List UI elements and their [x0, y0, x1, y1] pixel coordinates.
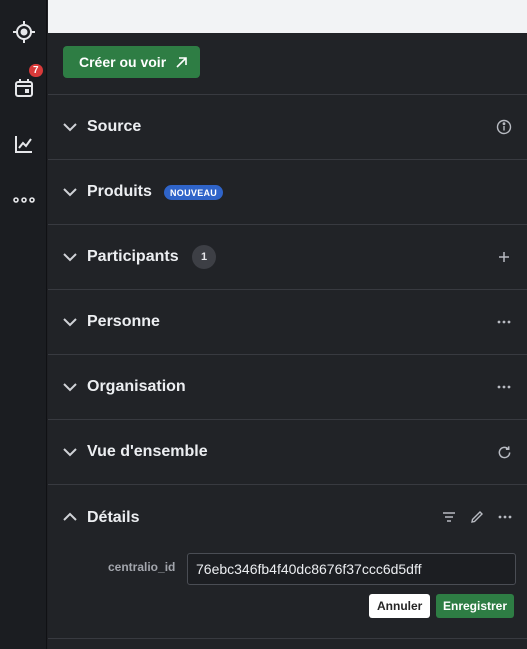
- create-or-view-button[interactable]: Créer ou voir: [63, 46, 201, 78]
- top-header-strip: [48, 0, 527, 33]
- section-title: Participants: [87, 248, 179, 265]
- chevron-down-icon: [63, 253, 77, 262]
- section-source[interactable]: Source: [48, 94, 527, 159]
- create-or-view-label: Créer ou voir: [79, 54, 167, 70]
- more-button[interactable]: [0, 172, 47, 228]
- insights-button[interactable]: [0, 116, 47, 172]
- section-title: Source: [87, 118, 142, 135]
- section-title: Organisation: [87, 378, 186, 395]
- centralio-id-label: centralio_id: [108, 560, 176, 574]
- more-horizontal-icon[interactable]: [495, 313, 513, 331]
- refresh-icon[interactable]: [495, 443, 513, 461]
- plus-icon[interactable]: [495, 248, 513, 266]
- filter-icon[interactable]: [441, 508, 457, 526]
- section-produits[interactable]: Produits NOUVEAU: [48, 159, 527, 224]
- chevron-down-icon: [63, 188, 77, 197]
- chart-icon: [14, 136, 32, 153]
- centralio-id-input[interactable]: [187, 553, 516, 585]
- section-title: Vue d'ensemble: [87, 443, 208, 460]
- details-header[interactable]: Détails: [48, 485, 527, 550]
- edit-pencil-icon[interactable]: [469, 508, 485, 526]
- section-title: Détails: [87, 509, 140, 526]
- section-title: Produits: [87, 183, 152, 200]
- chevron-up-icon: [63, 512, 77, 521]
- calendar-icon: [14, 79, 33, 97]
- section-participants[interactable]: Participants 1: [48, 224, 527, 289]
- chevron-down-icon: [63, 318, 77, 327]
- notification-badge: 7: [27, 62, 45, 79]
- chevron-down-icon: [63, 448, 77, 457]
- chevron-down-icon: [63, 123, 77, 132]
- section-title: Personne: [87, 313, 160, 330]
- external-arrow-icon: [176, 56, 187, 68]
- info-icon[interactable]: [495, 118, 513, 136]
- new-badge: NOUVEAU: [164, 185, 224, 200]
- target-icon-button[interactable]: [0, 4, 47, 60]
- target-icon: [12, 21, 35, 43]
- section-details: Détails centralio_id Annuler Enregistrer: [48, 484, 527, 639]
- chevron-down-icon: [63, 383, 77, 392]
- more-horizontal-icon[interactable]: [495, 378, 513, 396]
- nav-rail: 7: [0, 0, 47, 649]
- sidebar-panel: Créer ou voir Source Produits NOUVEAU Pa…: [48, 33, 527, 649]
- more-horizontal-icon: [12, 197, 35, 203]
- section-personne[interactable]: Personne: [48, 289, 527, 354]
- section-vue-ensemble[interactable]: Vue d'ensemble: [48, 419, 527, 484]
- more-horizontal-icon[interactable]: [497, 508, 513, 526]
- save-button[interactable]: Enregistrer: [436, 594, 515, 618]
- cancel-button[interactable]: Annuler: [369, 594, 431, 618]
- participants-count-badge: 1: [192, 245, 216, 269]
- section-organisation[interactable]: Organisation: [48, 354, 527, 419]
